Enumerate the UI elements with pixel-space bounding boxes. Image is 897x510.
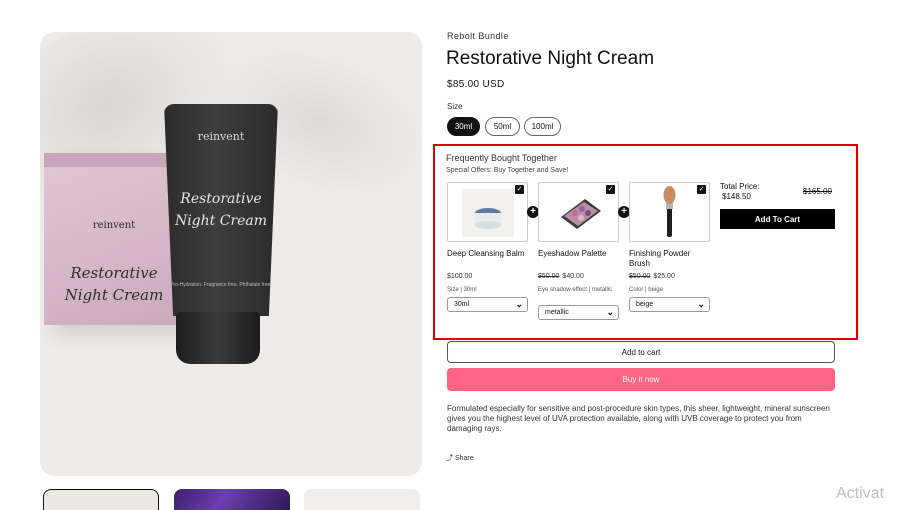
bundle-item-checkbox-palette[interactable]: ✓ xyxy=(606,185,615,194)
thumbnail-1[interactable] xyxy=(43,489,159,510)
size-option-100ml[interactable]: 100ml xyxy=(524,117,561,136)
bundle-add-to-cart-button[interactable]: Add To Cart xyxy=(720,209,835,229)
bundle-total-price: $148.50 xyxy=(722,192,751,201)
tube-title: Restorative Night Cream xyxy=(174,191,268,229)
product-box-lid xyxy=(44,153,184,167)
chevron-down-icon: ⌄ xyxy=(697,299,705,309)
bundle-item-name[interactable]: Eyeshadow Palette xyxy=(538,249,620,259)
bundle-item-variant-select[interactable]: 30ml ⌄ xyxy=(447,297,528,312)
thumbnail-2[interactable] xyxy=(174,489,290,510)
bundle-item-option: Color | beige xyxy=(629,287,663,293)
bundle-item-name[interactable]: Finishing Powder Brush xyxy=(629,249,711,269)
activation-watermark: Activat xyxy=(836,485,885,502)
chevron-down-icon: ⌄ xyxy=(515,299,523,309)
box-logo: reinvent xyxy=(92,220,136,231)
share-icon: ⤴ xyxy=(446,455,453,462)
tube-cap xyxy=(176,312,260,364)
bundle-item-name[interactable]: Deep Cleansing Balm xyxy=(447,249,529,259)
box-title: Restorative Night Cream xyxy=(64,264,164,304)
bundle-item-checkbox-balm[interactable]: ✓ xyxy=(515,185,524,194)
bundle-item-option: Eye shadow effect | metallic xyxy=(538,287,613,293)
bundle-title: Frequently Bought Together xyxy=(446,153,557,163)
bundle-item-checkbox-brush[interactable]: ✓ xyxy=(697,185,706,194)
size-option-50ml[interactable]: 50ml xyxy=(485,117,520,136)
bundle-item-price: $50.00 $25.00 xyxy=(629,273,675,280)
product-title: Restorative Night Cream xyxy=(446,48,655,69)
bundle-total-label: Total Price: xyxy=(720,182,760,191)
bundle-item-option: Size | 30ml xyxy=(447,287,477,293)
share-button[interactable]: ⤴ Share xyxy=(446,453,474,463)
product-vendor: Rebolt Bundle xyxy=(447,31,509,41)
product-price: $85.00 USD xyxy=(447,79,505,90)
thumbnail-3[interactable] xyxy=(304,489,420,510)
chevron-down-icon: ⌄ xyxy=(606,307,614,317)
product-description: Formulated especially for sensitive and … xyxy=(447,404,830,433)
add-to-cart-button[interactable]: Add to cart xyxy=(447,341,835,363)
buy-now-button[interactable]: Buy it now xyxy=(447,368,835,391)
bundle-item-variant-select[interactable]: beige ⌄ xyxy=(629,297,710,312)
bundle-subtitle: Special Offers: Buy Together and Save! xyxy=(446,167,569,174)
tube-logo: reinvent xyxy=(197,130,245,143)
size-option-30ml[interactable]: 30ml xyxy=(447,117,480,136)
bundle-item-price: $50.00 $40.00 xyxy=(538,273,584,280)
bundle-item-price: $100.00 xyxy=(447,273,473,280)
size-label: Size xyxy=(447,102,463,111)
tube-fine-print: Pro-Hydration. Fragrance free. Phthalate… xyxy=(170,282,272,288)
bundle-total-old-price: $165.00 xyxy=(803,187,832,196)
bundle-item-variant-select[interactable]: metallic ⌄ xyxy=(538,305,619,320)
